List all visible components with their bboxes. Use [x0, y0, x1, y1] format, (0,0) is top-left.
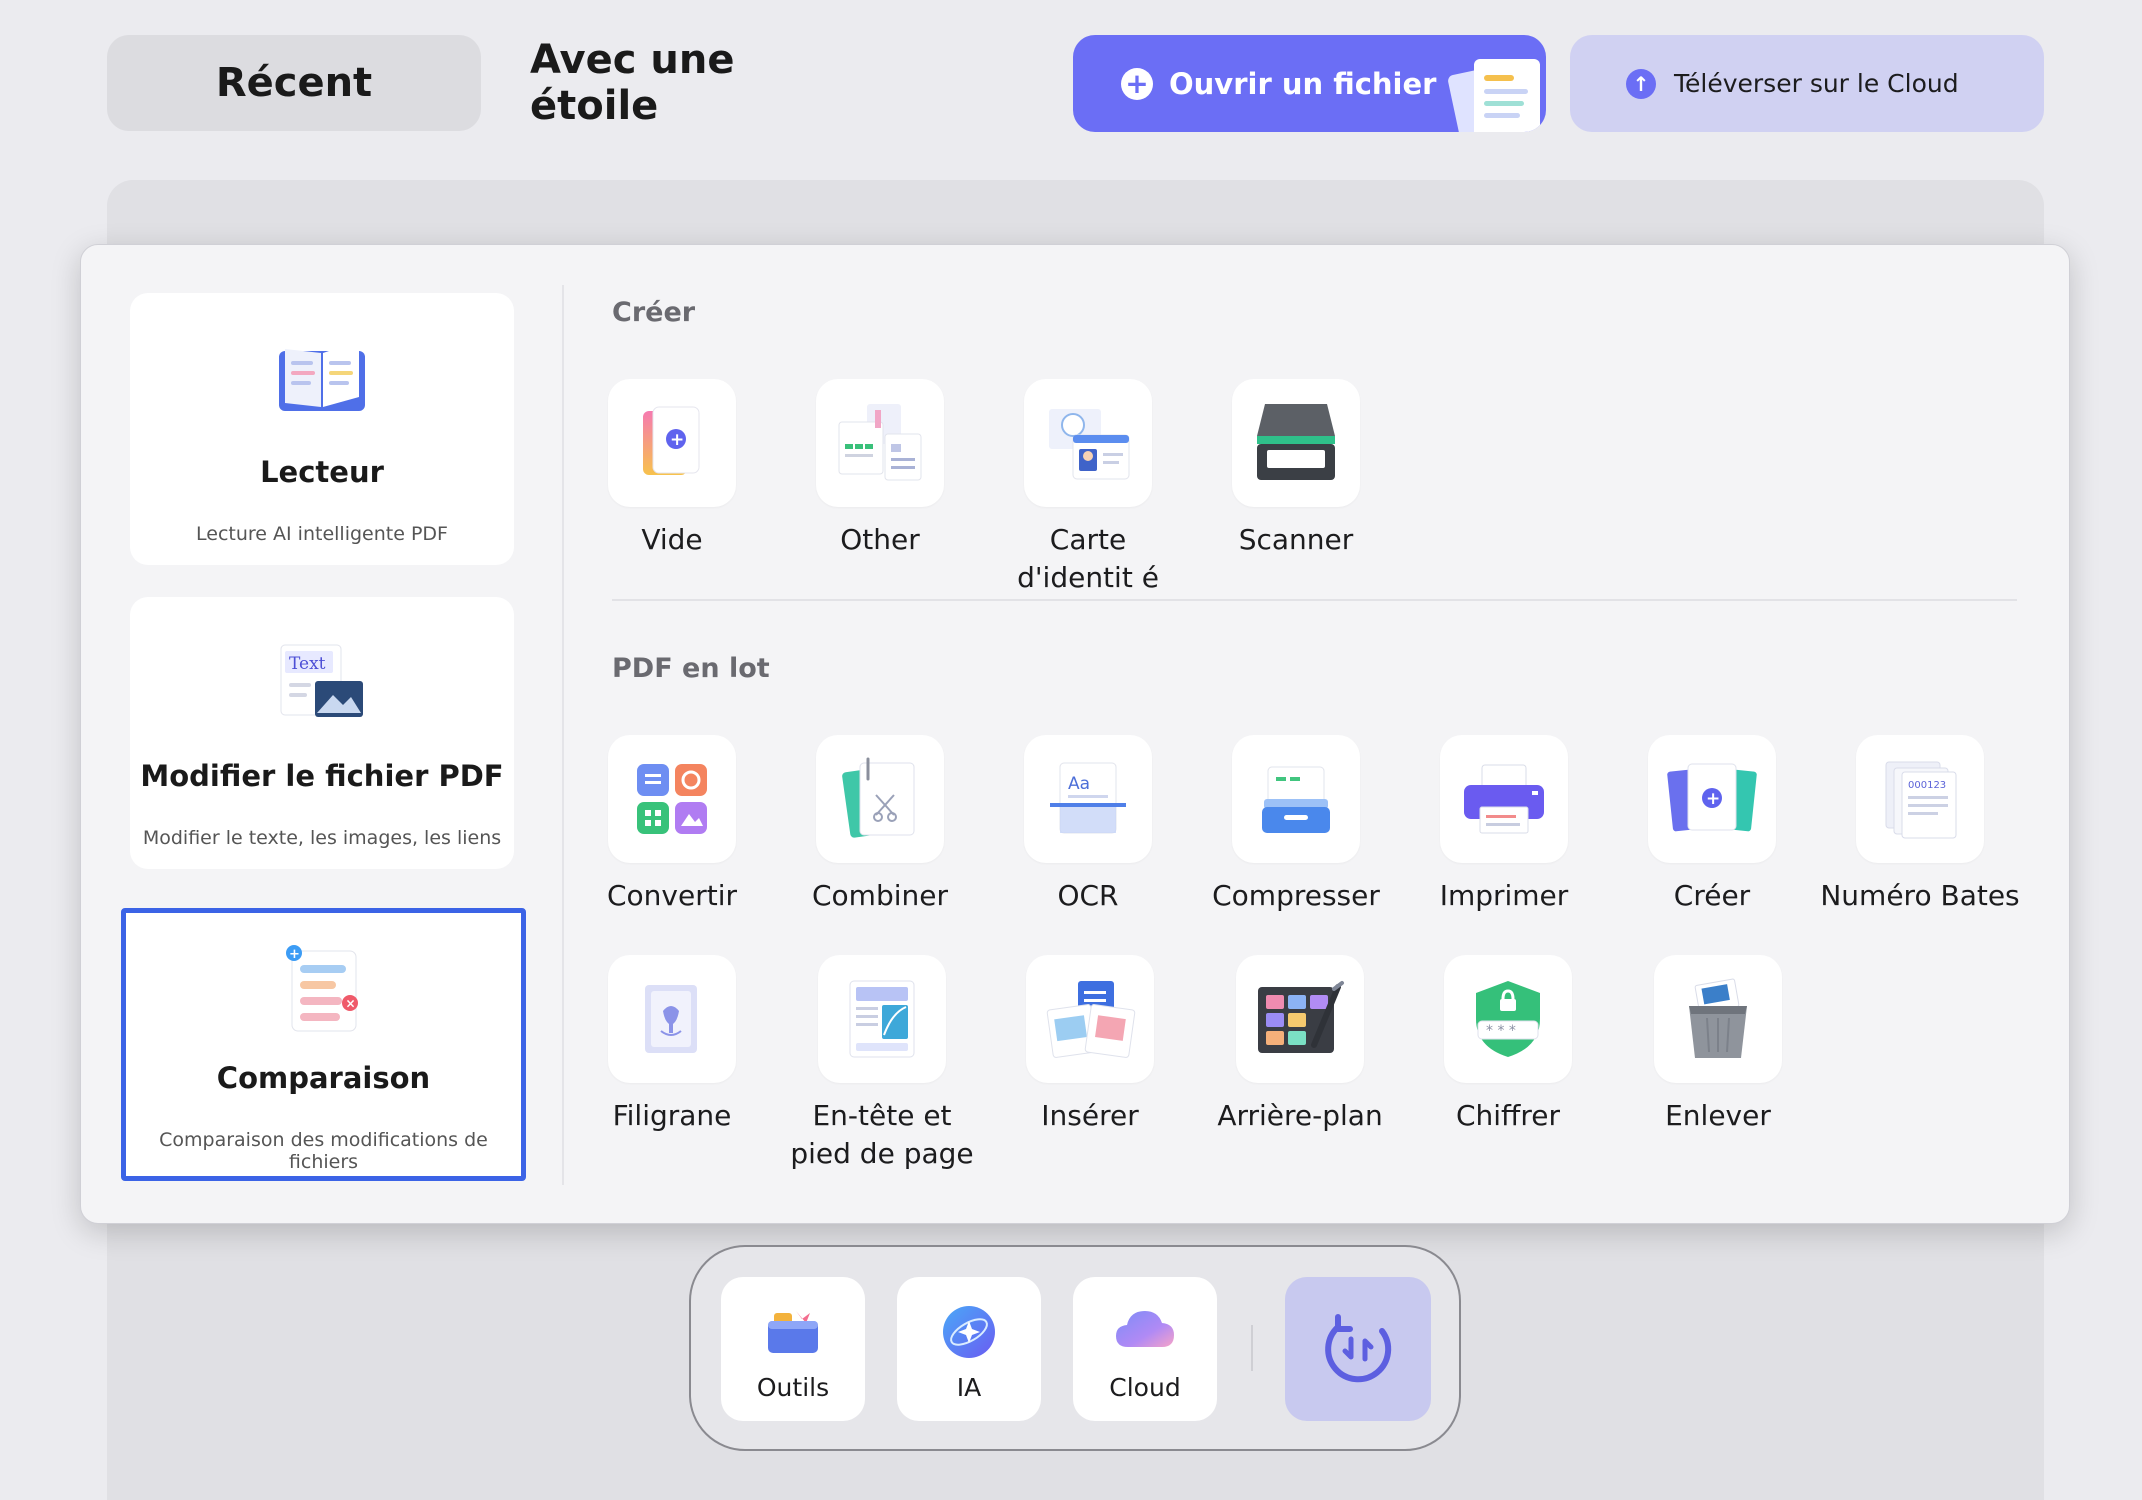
dock-ai-label: IA	[956, 1373, 982, 1402]
tool-create-label: Créer	[1673, 879, 1751, 912]
tool-ocr[interactable]: Aa OCR	[988, 735, 1188, 915]
tool-background[interactable]: Arrière-plan	[1200, 955, 1400, 1135]
header-footer-icon	[849, 980, 915, 1058]
tool-print-label: Imprimer	[1439, 879, 1569, 912]
dock-ai-button[interactable]: IA	[897, 1277, 1041, 1421]
edit-pdf-subtitle: Modifier le texte, les images, les liens	[142, 827, 502, 849]
watermark-icon	[645, 985, 697, 1053]
edit-icon-text: Text	[289, 654, 326, 674]
trash-icon	[1689, 978, 1747, 1058]
tool-bates-label: Numéro Bates	[1820, 879, 2020, 912]
scanner-icon	[1257, 404, 1335, 480]
compare-subtitle: Comparaison des modifications de fichier…	[159, 1129, 488, 1173]
compare-doc-icon: + ×	[285, 945, 358, 1032]
tool-other[interactable]: Other	[780, 379, 980, 559]
tool-blank-label: Vide	[641, 523, 703, 556]
bates-number-icon: 000123	[1885, 761, 1957, 839]
book-icon	[279, 341, 365, 411]
upload-cloud-button[interactable]: ↑ Téléverser sur le Cloud	[1570, 35, 2044, 132]
printer-icon	[1464, 764, 1544, 834]
create-icon: +	[1667, 763, 1757, 832]
blank-doc-icon: +	[643, 406, 700, 475]
create-section-title: Créer	[612, 297, 696, 328]
popup-divider	[562, 285, 564, 1185]
ocr-icon: Aa	[1050, 762, 1126, 834]
upload-cloud-label: Téléverser sur le Cloud	[1674, 69, 1959, 98]
tool-scanner[interactable]: Scanner	[1196, 379, 1396, 559]
convert-icon	[637, 764, 707, 834]
section-divider	[612, 599, 2017, 601]
edit-pdf-title: Modifier le fichier PDF	[140, 759, 504, 793]
sync-button[interactable]	[1285, 1277, 1431, 1421]
tool-watermark[interactable]: Filigrane	[572, 955, 772, 1135]
edit-pdf-card[interactable]: Text Modifier le fichier PDF Modifier le…	[130, 597, 514, 869]
sync-icon	[1325, 1314, 1392, 1383]
tool-compress-label: Compresser	[1212, 879, 1380, 912]
tool-id-card-label: Carte d'identit é	[1017, 523, 1159, 594]
tool-other-label: Other	[840, 523, 920, 556]
insert-icon	[1046, 981, 1136, 1058]
tool-encrypt[interactable]: * * * Chiffrer	[1408, 955, 1608, 1135]
toolbox-icon	[768, 1311, 818, 1353]
tool-insert-label: Insérer	[1041, 1099, 1139, 1132]
svg-text:+: +	[1706, 789, 1720, 809]
create-tools-popup: Lecteur Lecture AI intelligente PDF Text…	[80, 244, 2070, 1224]
tool-encrypt-label: Chiffrer	[1455, 1099, 1560, 1132]
plus-icon: +	[1121, 67, 1153, 100]
cloud-icon	[1116, 1311, 1174, 1347]
tab-starred[interactable]: Avec une étoile	[530, 35, 850, 131]
tool-blank[interactable]: + Vide	[572, 379, 772, 559]
compare-title: Comparaison	[216, 1061, 431, 1095]
tool-combine-label: Combiner	[812, 879, 948, 912]
tool-watermark-label: Filigrane	[612, 1099, 732, 1132]
tool-compress[interactable]: Compresser	[1196, 735, 1396, 915]
dock-cloud-label: Cloud	[1109, 1373, 1181, 1402]
svg-text:Aa: Aa	[1068, 774, 1090, 794]
edit-text-image-icon: Text	[280, 644, 363, 717]
tool-background-label: Arrière-plan	[1217, 1099, 1383, 1132]
tool-combine[interactable]: Combiner	[780, 735, 980, 915]
tool-header-footer-label: En-tête et pied de page	[790, 1099, 974, 1170]
tool-create[interactable]: + Créer	[1612, 735, 1812, 915]
id-card-icon	[1049, 409, 1130, 480]
dock-cloud-button[interactable]: Cloud	[1073, 1277, 1217, 1421]
batch-section-title: PDF en lot	[612, 653, 770, 684]
tool-scanner-label: Scanner	[1238, 523, 1354, 556]
encrypt-icon: * * *	[1476, 981, 1540, 1057]
svg-text:+: +	[670, 430, 684, 450]
other-docs-icon	[838, 404, 922, 481]
tool-id-card[interactable]: Carte d'identit é	[988, 379, 1188, 597]
dock-tools-label: Outils	[756, 1373, 830, 1402]
open-file-button[interactable]: + Ouvrir un fichier	[1073, 35, 1546, 132]
open-file-label: Ouvrir un fichier	[1169, 66, 1437, 101]
dock-separator	[1251, 1325, 1253, 1371]
reader-card[interactable]: Lecteur Lecture AI intelligente PDF	[130, 293, 514, 565]
tool-remove-label: Enlever	[1665, 1099, 1771, 1132]
tool-print[interactable]: Imprimer	[1404, 735, 1604, 915]
svg-text:000123: 000123	[1908, 780, 1946, 791]
upload-icon: ↑	[1626, 68, 1656, 99]
tool-remove[interactable]: Enlever	[1618, 955, 1818, 1135]
compress-icon	[1262, 766, 1330, 833]
ai-icon	[943, 1306, 995, 1358]
svg-text:+: +	[289, 947, 300, 962]
documents-icon	[1448, 59, 1540, 132]
tool-ocr-label: OCR	[1057, 879, 1119, 912]
combine-icon	[842, 757, 915, 838]
tool-convert-label: Convertir	[606, 879, 737, 912]
tool-convert[interactable]: Convertir	[572, 735, 772, 915]
compare-card[interactable]: + × Comparaison Comparaison des modifica…	[121, 908, 526, 1181]
background-icon	[1258, 981, 1344, 1053]
tool-bates[interactable]: 000123 Numéro Bates	[1820, 735, 2020, 915]
tab-recent[interactable]: Récent	[107, 35, 481, 131]
bottom-dock: Outils IA Cloud	[689, 1245, 1461, 1451]
svg-text:* * *: * * *	[1486, 1023, 1516, 1039]
dock-tools-button[interactable]: Outils	[721, 1277, 865, 1421]
svg-text:×: ×	[345, 997, 355, 1011]
reader-title: Lecteur	[260, 455, 384, 489]
tool-insert[interactable]: Insérer	[990, 955, 1190, 1135]
reader-subtitle: Lecture AI intelligente PDF	[196, 523, 448, 545]
tool-header-footer[interactable]: En-tête et pied de page	[782, 955, 982, 1173]
